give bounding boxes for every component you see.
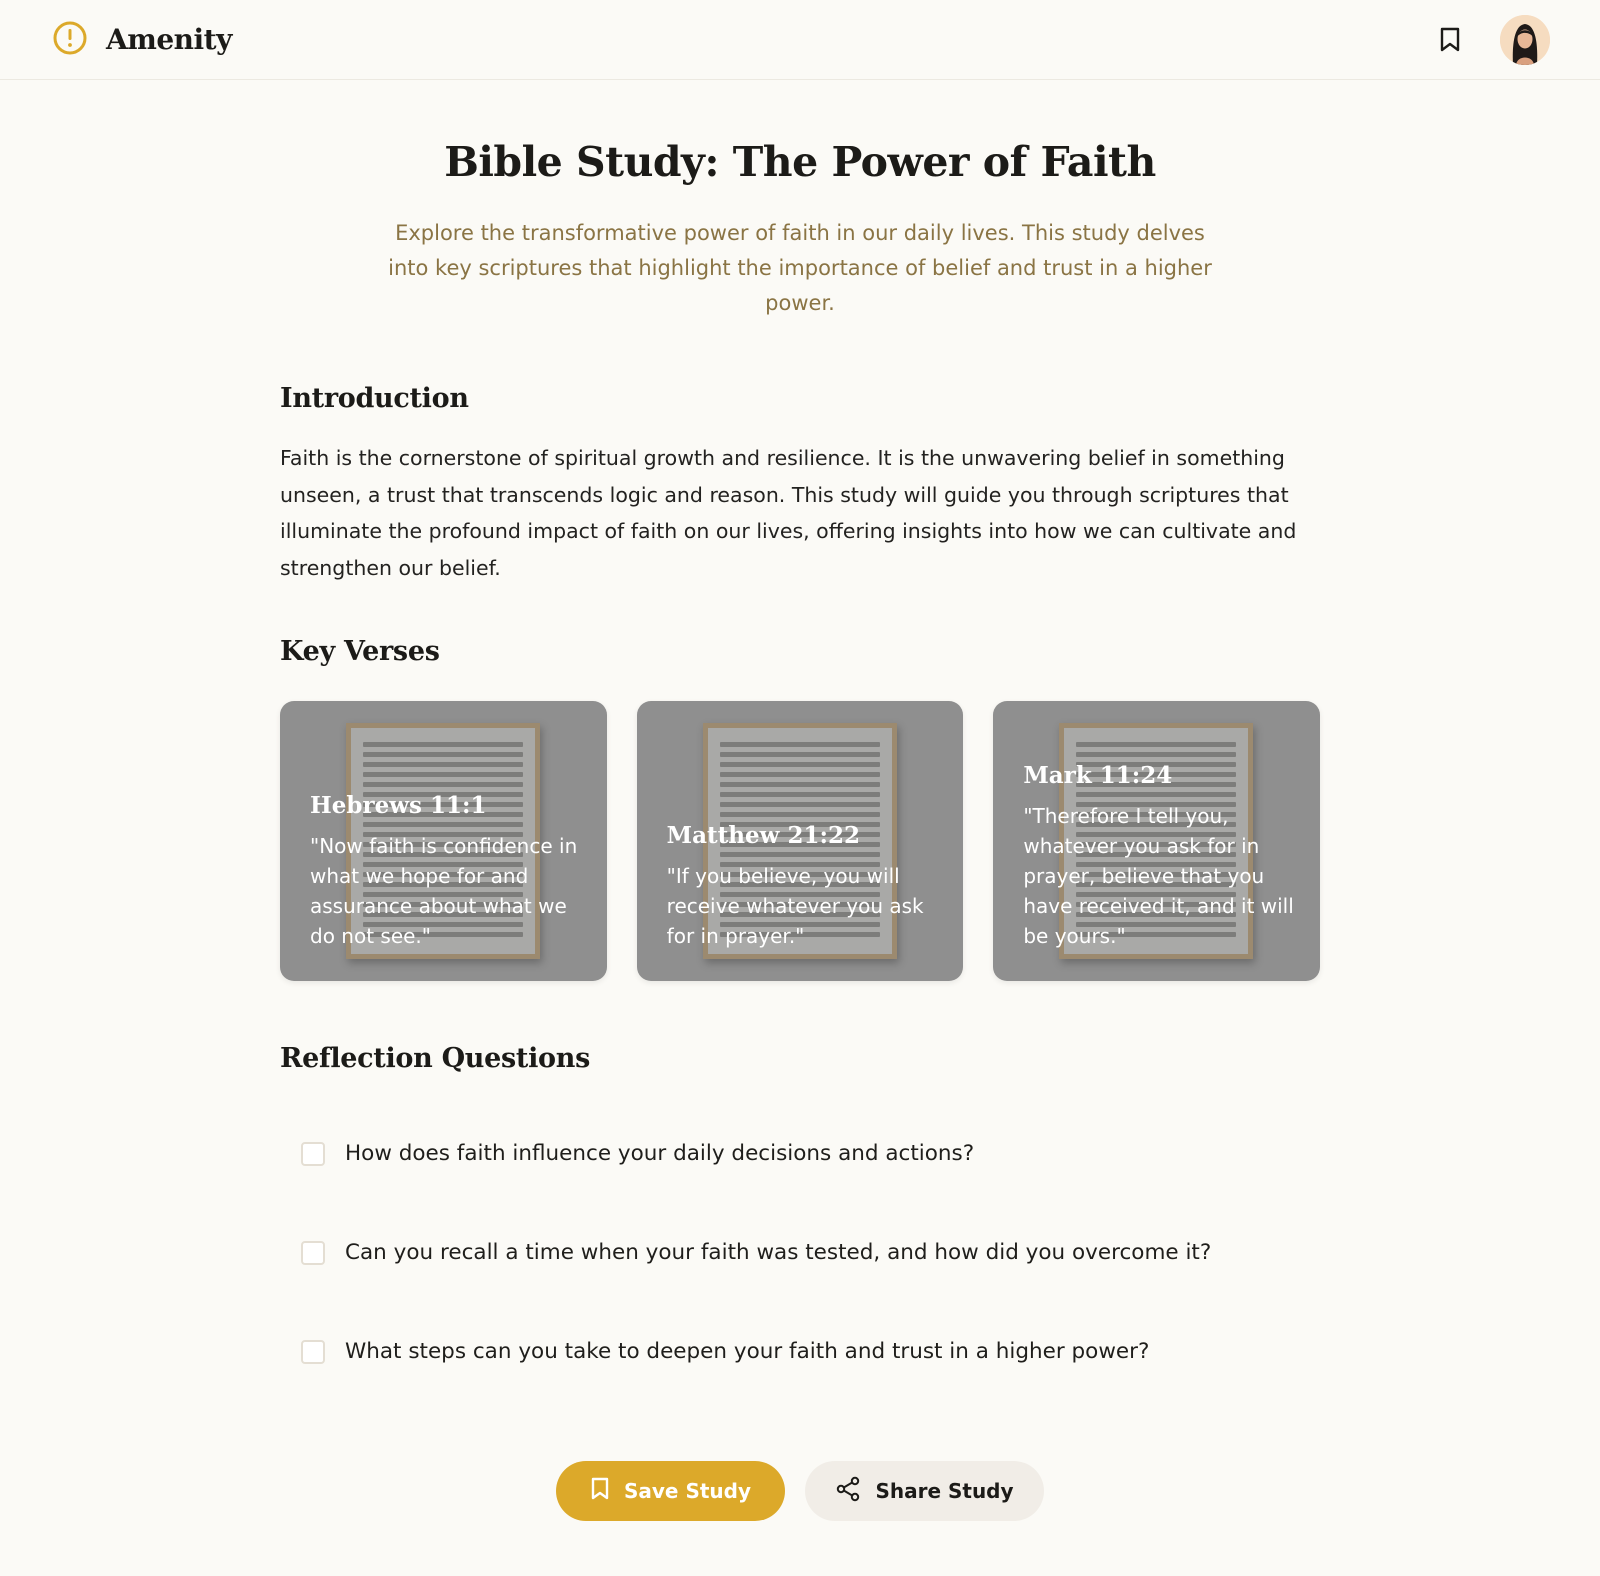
study-content: Bible Study: The Power of Faith Explore …	[280, 80, 1321, 1521]
bookmark-icon	[590, 1477, 610, 1506]
verse-reference: Matthew 21:22	[666, 822, 860, 849]
verse-reference: Hebrews 11:1	[310, 792, 487, 819]
reflection-questions: How does faith influence your daily deci…	[280, 1104, 1320, 1401]
question-checkbox[interactable]	[301, 1141, 325, 1166]
question-item[interactable]: What steps can you take to deepen your f…	[280, 1302, 1320, 1401]
introduction-text: Faith is the cornerstone of spiritual gr…	[280, 446, 1297, 580]
app-name: Amenity	[106, 23, 232, 56]
verse-reference: Mark 11:24	[1023, 762, 1173, 789]
reflection-heading: Reflection Questions	[280, 1043, 590, 1074]
brand[interactable]: Amenity	[52, 20, 232, 60]
question-checkbox[interactable]	[301, 1240, 325, 1265]
verse-quote: "If you believe, you will receive whatev…	[666, 864, 924, 948]
study-actions: Save Study Share Study	[280, 1461, 1320, 1521]
alert-circle-icon	[52, 20, 88, 60]
save-study-label: Save Study	[623, 1479, 752, 1503]
top-bar: Amenity	[0, 0, 1600, 80]
verse-card-hebrews[interactable]: Hebrews 11:1 "Now faith is confidence in…	[280, 701, 607, 981]
question-text: How does faith influence your daily deci…	[345, 1141, 975, 1166]
share-icon	[835, 1476, 861, 1507]
key-verses-heading: Key Verses	[280, 636, 440, 667]
share-study-label: Share Study	[875, 1479, 1014, 1503]
page-title: Bible Study: The Power of Faith	[444, 138, 1156, 186]
verse-card-matthew[interactable]: Matthew 21:22 "If you believe, you will …	[636, 701, 964, 981]
bookmark-icon[interactable]	[1436, 26, 1464, 54]
verse-quote: "Now faith is confidence in what we hope…	[310, 834, 578, 948]
avatar[interactable]	[1500, 14, 1550, 65]
share-study-button[interactable]: Share Study	[805, 1461, 1044, 1521]
save-study-button[interactable]: Save Study	[556, 1461, 785, 1521]
verse-card-mark[interactable]: Mark 11:24 "Therefore I tell you, whatev…	[993, 701, 1321, 981]
question-item[interactable]: How does faith influence your daily deci…	[280, 1104, 1320, 1203]
introduction-heading: Introduction	[280, 383, 469, 414]
question-item[interactable]: Can you recall a time when your faith wa…	[280, 1203, 1320, 1302]
page-subtitle: Explore the transformative power of fait…	[388, 221, 1212, 315]
verse-cards: Hebrews 11:1 "Now faith is confidence in…	[280, 701, 1321, 981]
question-text: What steps can you take to deepen your f…	[345, 1339, 1150, 1364]
verse-quote: "Therefore I tell you, whatever you ask …	[1023, 804, 1294, 948]
question-text: Can you recall a time when your faith wa…	[345, 1240, 1212, 1265]
question-checkbox[interactable]	[301, 1339, 325, 1364]
